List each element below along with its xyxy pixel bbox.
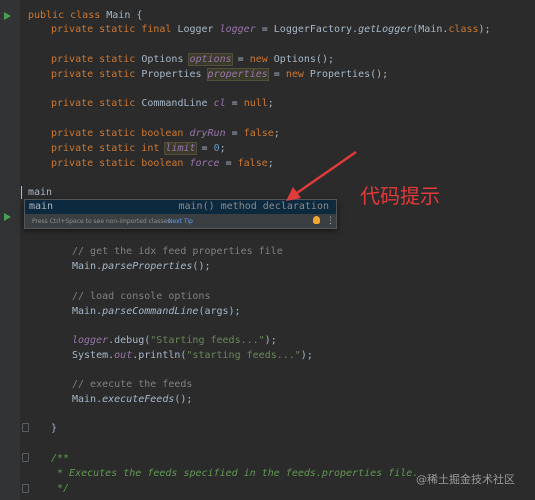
code-line: Main.parseCommandLine(args); [72,306,241,317]
javadoc-comment: */ [51,483,70,494]
annotation-arrow [286,150,357,201]
code-line: Main.parseProperties(); [72,261,211,272]
next-tip-link[interactable]: Next Tip [168,216,193,227]
javadoc-comment: /** [51,453,70,464]
completion-item-name: main [29,201,54,212]
text-caret [21,186,22,199]
typed-text-line[interactable]: main [28,185,52,200]
watermark-text: @稀土掘金技术社区 [416,473,515,486]
code-editor[interactable]: public class Main { private static final… [0,0,535,500]
code-comment: // load console options [72,291,211,302]
code-line: private static boolean force = false; [51,158,274,169]
code-line: private static Options options = new Opt… [51,53,334,66]
lightbulb-icon[interactable] [313,216,320,224]
more-options-icon[interactable]: ⋮ [326,215,335,227]
code-line: System.out.println("starting feeds..."); [72,350,313,361]
code-comment: // get the idx feed properties file [72,246,283,257]
code-line: private static CommandLine cl = null; [51,98,274,109]
code-line: } [51,423,58,434]
code-line: Main.executeFeeds(); [72,394,193,405]
completion-footer: Press Ctrl+Space to see non-imported cla… [25,215,336,228]
code-line: private static boolean dryRun = false; [51,128,280,139]
code-line: logger.debug("Starting feeds..."); [72,335,277,346]
javadoc-comment: * Executes the feeds specified in the fe… [51,468,419,479]
code-line: private static Properties properties = n… [51,68,389,81]
code-comment: // execute the feeds [72,379,193,390]
code-line: private static int limit = 0; [51,142,226,155]
code-line: public class Main { [28,10,143,21]
code-line: private static final Logger logger = Log… [51,24,491,35]
annotation-label: 代码提示 [360,184,440,208]
completion-hint-text: Press Ctrl+Space to see non-imported cla… [32,218,171,225]
